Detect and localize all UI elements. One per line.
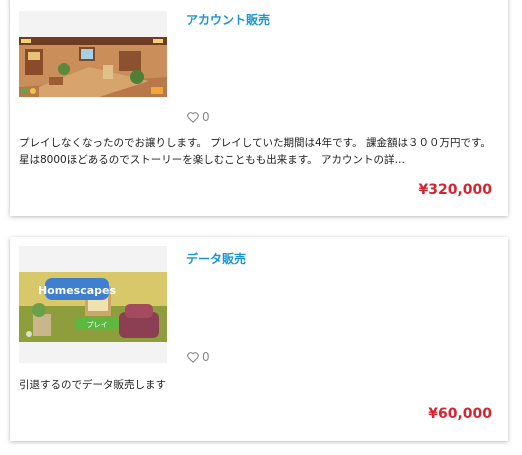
listing-title[interactable]: アカウント販売 [186,11,270,28]
heart-outline-icon [187,351,199,363]
game-room-image [19,37,167,97]
listing-thumbnail[interactable] [19,37,167,97]
like-button[interactable]: 0 [187,350,210,364]
listing-thumbnail[interactable]: Homescapes プレイ [19,272,167,342]
listing-title[interactable]: データ販売 [186,250,246,267]
heart-outline-icon [187,111,199,123]
like-count: 0 [202,110,210,124]
listing-card[interactable]: アカウント販売 0 プレイしなくなったのでお譲りします。 プレイしていた期間は4… [10,0,508,216]
play-button-text: プレイ [87,321,108,329]
listing-description: プレイしなくなったのでお譲りします。 プレイしていた期間は4年です。 課金額は３… [19,137,491,166]
listing-price: ¥320,000 [418,182,492,198]
like-count: 0 [202,350,210,364]
thumbnail-frame[interactable]: Homescapes プレイ [19,246,167,363]
thumbnail-frame[interactable] [19,11,167,97]
listing-card[interactable]: Homescapes プレイ データ販売 0 引退するのでデータ販売します ¥6… [10,237,508,441]
listing-description: 引退するのでデータ販売します [19,379,166,391]
homescapes-logo-text: Homescapes [38,284,117,297]
like-button[interactable]: 0 [187,110,210,124]
homescapes-image: Homescapes プレイ [19,272,167,342]
listing-price: ¥60,000 [428,406,492,422]
